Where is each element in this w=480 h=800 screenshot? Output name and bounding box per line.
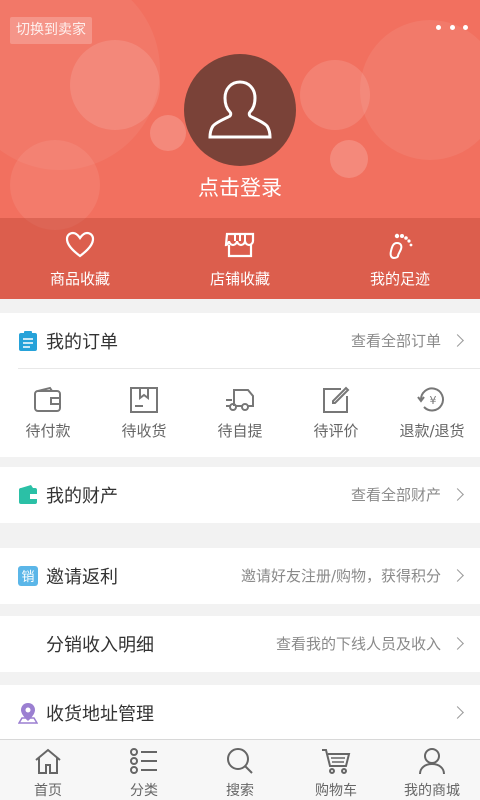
wallet-icon [33,385,63,415]
favorites-bar: 商品收藏 店铺收藏 我的足迹 [0,218,480,299]
refund-return-label: 退款/退货 [399,422,465,440]
svg-text:销: 销 [21,570,34,585]
product-favorites-button[interactable]: 商品收藏 [0,218,160,299]
pending-payment-label: 待付款 [25,422,71,440]
svg-text:¥: ¥ [430,394,437,407]
user-silhouette-icon [208,80,272,139]
pending-receipt-button[interactable]: 待收货 [96,369,192,455]
nav-category-label: 分类 [130,783,158,799]
nav-my-mall-label: 我的商城 [404,783,460,799]
store-icon [224,230,256,260]
profile-header: 切换到卖家 点击登录 商品收藏 店铺收藏 我的足迹 [0,0,480,299]
nav-cart[interactable]: 购物车 [288,740,384,800]
package-icon [129,385,159,415]
user-icon [417,746,447,776]
address-section: 收货地址管理 [0,685,480,739]
store-favorites-button[interactable]: 店铺收藏 [160,218,320,299]
footprint-button[interactable]: 我的足迹 [320,218,480,299]
invite-row[interactable]: 销 邀请返利 邀请好友注册/购物，获得积分 [0,548,480,603]
nav-home[interactable]: 首页 [0,740,96,800]
chevron-right-icon [451,569,464,582]
home-icon [33,746,63,776]
refund-icon: ¥ [417,385,447,415]
nav-cart-label: 购物车 [315,783,357,799]
pending-pickup-label: 待自提 [217,422,263,440]
bottom-nav: 首页 分类 搜索 购物车 我的商城 [0,739,480,800]
assets-section: 我的财产 查看全部财产 [0,467,480,523]
pending-pickup-button[interactable]: 待自提 [192,369,288,455]
distribution-title: 分销收入明细 [46,634,154,656]
wallet-green-icon [18,484,38,505]
distribution-section: 分销收入明细 查看我的下线人员及收入 [0,616,480,672]
pending-review-button[interactable]: 待评价 [288,369,384,455]
cart-icon [321,746,351,776]
view-all-orders-link[interactable]: 查看全部订单 [351,330,441,351]
store-favorites-label: 店铺收藏 [209,270,270,288]
orders-header[interactable]: 我的订单 查看全部订单 [0,313,480,368]
chevron-right-icon [451,706,464,719]
nav-home-label: 首页 [34,783,62,799]
chevron-right-icon [451,637,464,650]
login-link[interactable]: 点击登录 [0,172,480,202]
distribution-hint: 查看我的下线人员及收入 [275,635,441,653]
invite-hint: 邀请好友注册/购物，获得积分 [240,567,441,585]
edit-icon [321,385,351,415]
nav-search[interactable]: 搜索 [192,740,288,800]
footprint-icon [386,230,414,260]
chevron-right-icon [451,488,464,501]
avatar[interactable] [184,54,296,166]
distribution-row[interactable]: 分销收入明细 查看我的下线人员及收入 [0,616,480,671]
invite-section: 销 邀请返利 邀请好友注册/购物，获得积分 [0,548,480,604]
pending-review-label: 待评价 [313,422,359,440]
blank-icon [18,634,38,654]
nav-search-label: 搜索 [226,783,254,799]
refund-return-button[interactable]: ¥ 退款/退货 [384,369,480,455]
search-icon [225,746,255,776]
distribution-badge-icon: 销 [18,565,38,586]
location-pin-icon [18,702,38,724]
pending-receipt-label: 待收货 [121,422,167,440]
heart-icon [65,230,95,260]
orders-section: 我的订单 查看全部订单 待付款 待收货 待自提 待评价 ¥ 退款/退货 [0,313,480,457]
more-menu-icon[interactable] [436,20,468,34]
footprint-label: 我的足迹 [369,270,430,288]
nav-my-mall[interactable]: 我的商城 [384,740,480,800]
order-list-icon [18,330,38,351]
nav-category[interactable]: 分类 [96,740,192,800]
assets-row[interactable]: 我的财产 查看全部财产 [0,467,480,522]
chevron-right-icon [451,334,464,347]
address-title: 收货地址管理 [46,703,154,725]
order-status-row: 待付款 待收货 待自提 待评价 ¥ 退款/退货 [0,369,480,455]
assets-title: 我的财产 [46,485,118,507]
product-favorites-label: 商品收藏 [49,270,110,288]
invite-title: 邀请返利 [46,566,118,588]
pending-payment-button[interactable]: 待付款 [0,369,96,455]
orders-title: 我的订单 [46,331,118,353]
truck-icon [224,385,256,415]
address-row[interactable]: 收货地址管理 [0,685,480,740]
switch-to-seller-button[interactable]: 切换到卖家 [10,17,92,44]
category-icon [129,746,159,776]
view-all-assets-link[interactable]: 查看全部财产 [351,484,441,505]
